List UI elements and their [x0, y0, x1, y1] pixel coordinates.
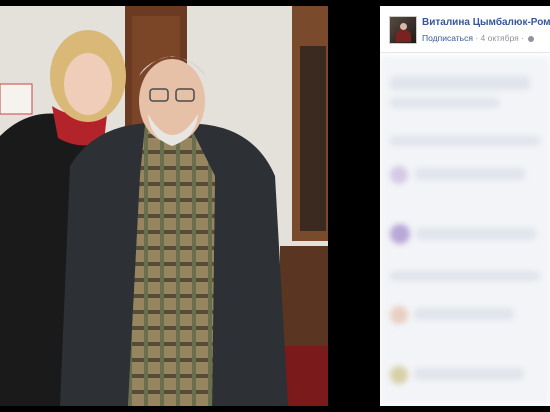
- post-date[interactable]: 4 октября: [481, 33, 519, 43]
- photo-viewer: Виталина Цымбалюк-Романовская Подписатьс…: [0, 0, 550, 412]
- author-name[interactable]: Виталина Цымбалюк-Романовская: [422, 17, 550, 28]
- post-meta: Подписаться · 4 октября ·: [422, 33, 535, 43]
- post-side-panel: Виталина Цымбалюк-Романовская Подписатьс…: [380, 6, 550, 406]
- follow-link[interactable]: Подписаться: [422, 33, 473, 43]
- post-photo[interactable]: [0, 6, 328, 406]
- blurred-comments-area: [380, 56, 550, 406]
- divider: [380, 52, 550, 53]
- globe-icon: [528, 35, 535, 42]
- avatar[interactable]: [389, 16, 417, 44]
- photo-illustration: [0, 6, 328, 406]
- meta-separator: ·: [475, 33, 479, 43]
- post-header: Виталина Цымбалюк-Романовская Подписатьс…: [380, 6, 550, 52]
- meta-separator-2: ·: [521, 33, 524, 43]
